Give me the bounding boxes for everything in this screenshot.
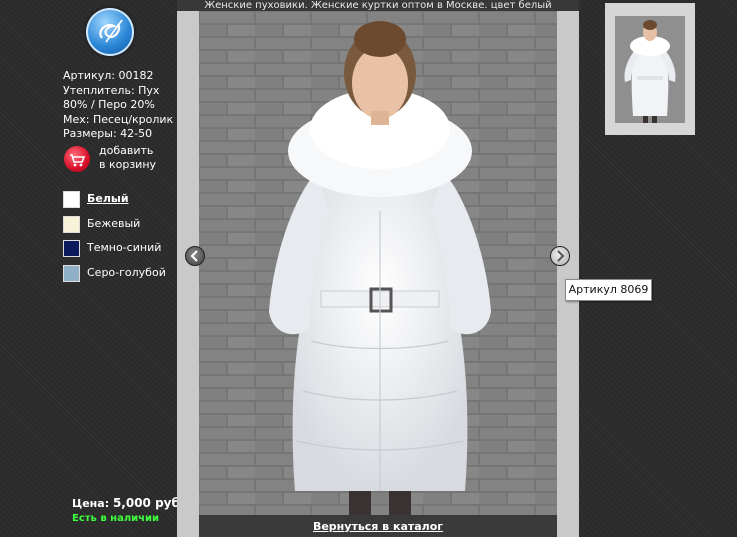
color-name[interactable]: Белый: [87, 192, 129, 205]
color-swatch[interactable]: [63, 216, 80, 233]
add-to-cart-button[interactable]: добавить в корзину: [64, 144, 184, 174]
color-option-navy[interactable]: Темно-синий: [63, 240, 193, 257]
price-value: 5,000 руб.: [112, 496, 185, 510]
color-name[interactable]: Темно-синий: [87, 241, 161, 254]
image-viewer: Женские пуховики. Женские куртки оптом в…: [177, 0, 579, 537]
color-name[interactable]: Серо-голубой: [87, 266, 166, 279]
insulation-text-2: 80% / Перо 20%: [63, 98, 155, 111]
insulation-text: Утеплитель: Пух: [63, 83, 160, 97]
logo-icon[interactable]: [86, 8, 134, 56]
arrow-left-icon[interactable]: [185, 246, 205, 266]
product-info: Артикул: 00182 Утеплитель: Пух 80% / Пер…: [63, 69, 178, 142]
color-option-grey-blue[interactable]: Серо-голубой: [63, 265, 193, 282]
arrow-right-icon[interactable]: [550, 246, 570, 266]
fur-text: Мех: Песец/кролик: [63, 112, 174, 126]
product-photo: [199, 11, 557, 515]
sizes-text: Размеры: 42-50: [63, 127, 153, 140]
back-bar: Вернуться в каталог: [199, 515, 557, 537]
color-swatch[interactable]: [63, 240, 80, 257]
thumbnail-image[interactable]: [615, 16, 685, 123]
stock-status: Есть в наличии: [72, 513, 160, 524]
add-to-cart-label[interactable]: добавить в корзину: [99, 144, 156, 172]
price-label: Цена:: [72, 497, 110, 510]
color-name[interactable]: Бежевый: [87, 217, 140, 230]
article-tooltip: Артикул 8069: [565, 279, 652, 301]
cart-icon[interactable]: [64, 146, 90, 172]
color-swatch[interactable]: [63, 265, 80, 282]
image-caption: Женские пуховики. Женские куртки оптом в…: [177, 0, 579, 11]
color-option-beige[interactable]: Бежевый: [63, 216, 193, 233]
color-swatch[interactable]: [63, 191, 80, 208]
back-to-catalog-link[interactable]: Вернуться в каталог: [313, 520, 443, 533]
color-option-white[interactable]: Белый: [63, 191, 193, 208]
article-text: Артикул: 00182: [63, 69, 154, 82]
price: Цена: 5,000 руб.: [72, 496, 184, 510]
thumbnail[interactable]: [605, 3, 695, 135]
